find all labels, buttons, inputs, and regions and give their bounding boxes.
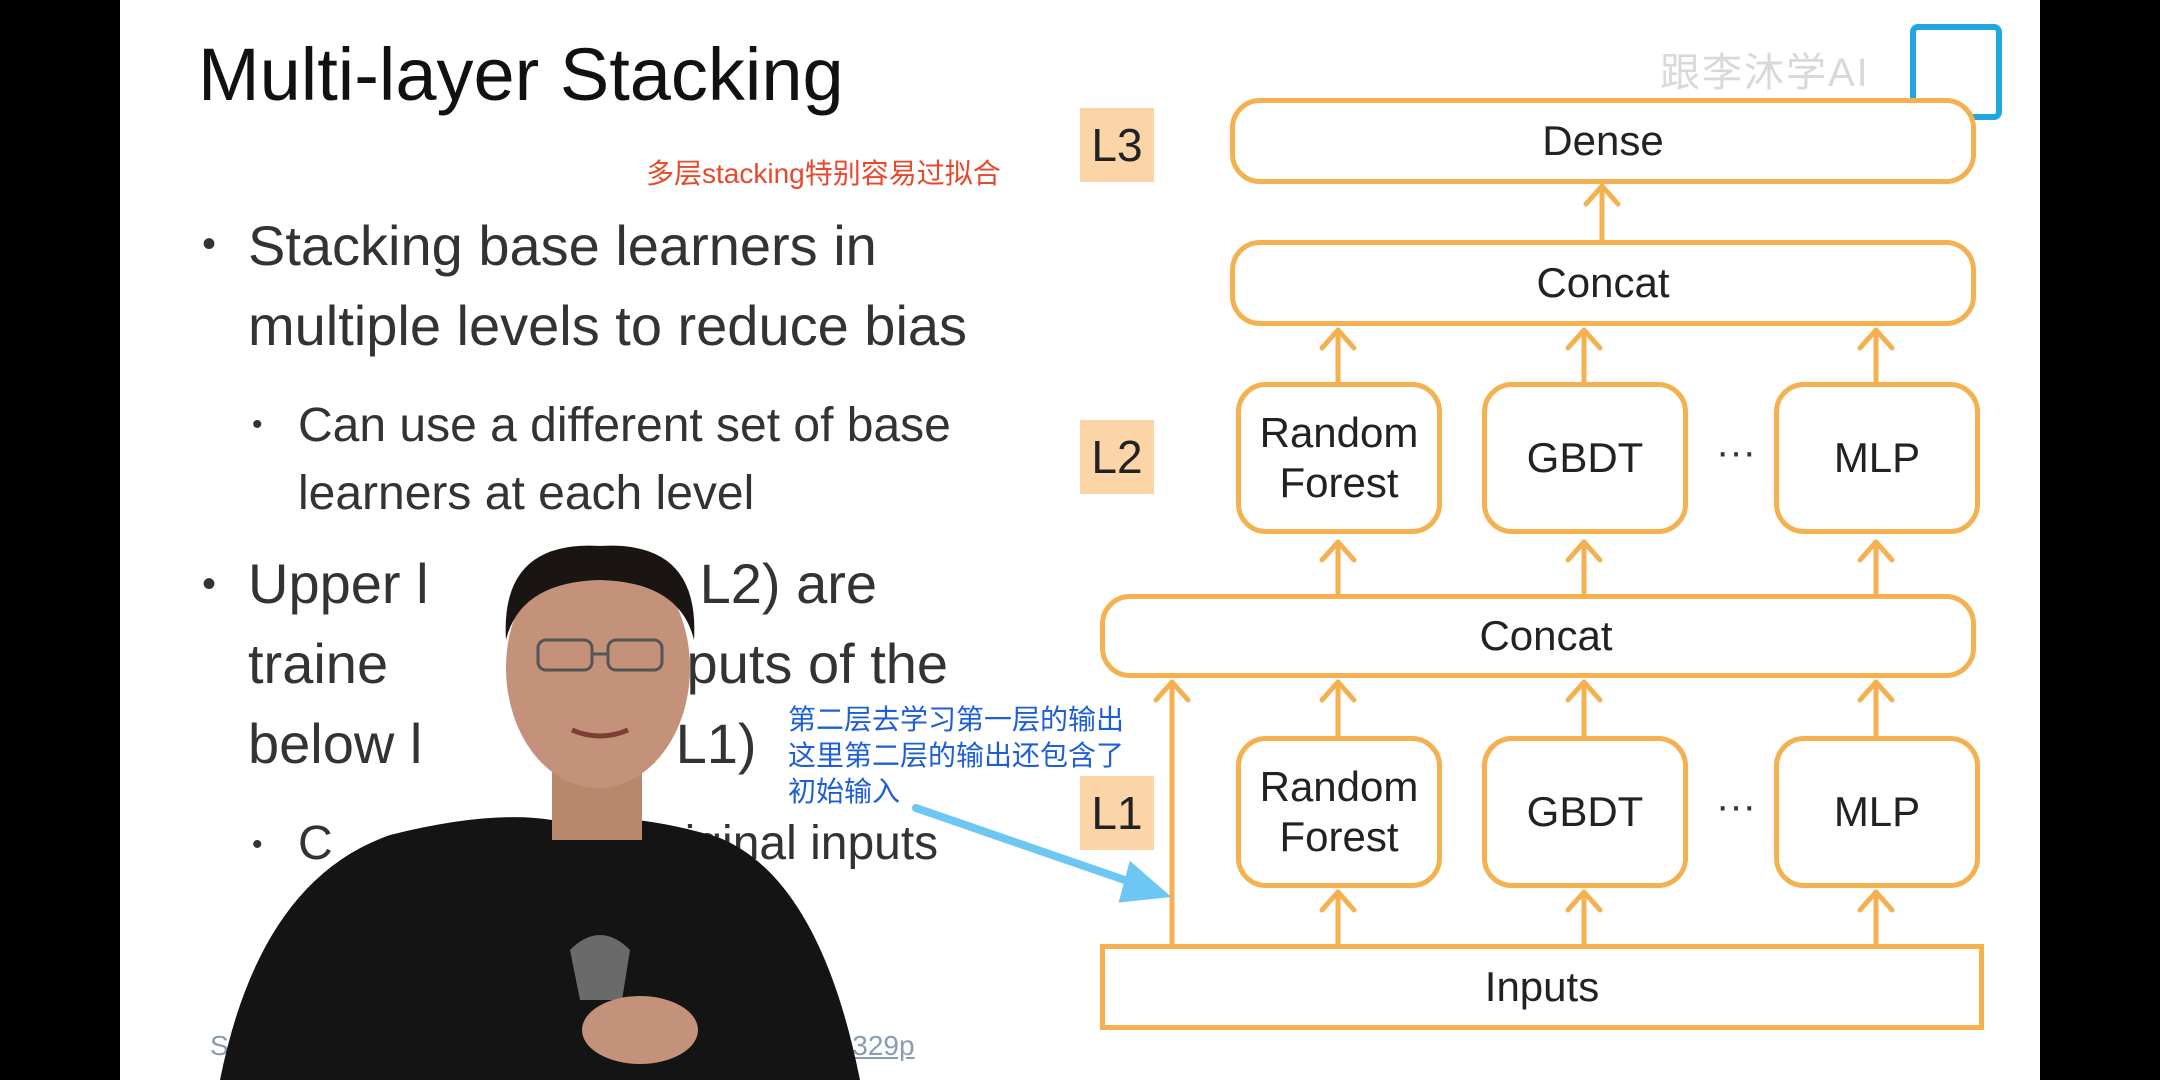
slide: Multi-layer Stacking 多层stacking特别容易过拟合 跟… [120, 0, 2040, 1080]
presenter-video [220, 545, 860, 1080]
